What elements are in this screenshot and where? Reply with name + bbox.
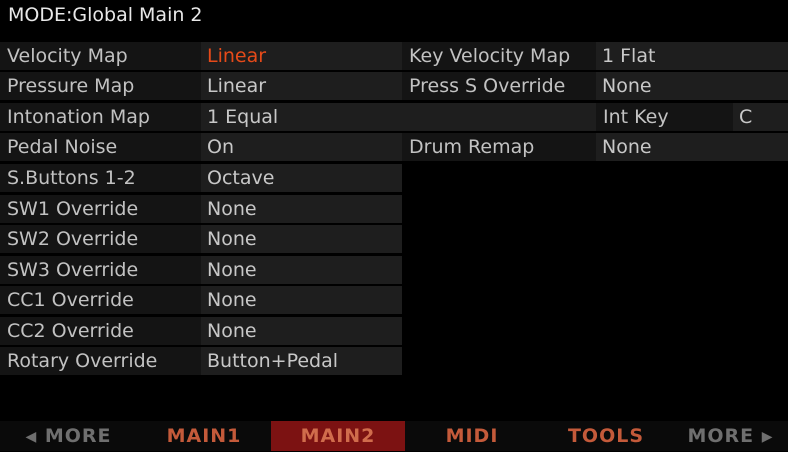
more-right-button[interactable]: MORE ▶ bbox=[673, 421, 788, 451]
intonation-map-label: Intonation Map bbox=[0, 103, 201, 131]
key-velocity-map-value[interactable]: 1 Flat bbox=[596, 42, 788, 70]
soft-button-bar: ◀ MORE MAIN1 MAIN2 MIDI TOOLS MORE ▶ bbox=[0, 421, 788, 451]
tab-midi[interactable]: MIDI bbox=[405, 421, 539, 451]
sw2-override-label: SW2 Override bbox=[0, 225, 201, 253]
velocity-map-label: Velocity Map bbox=[0, 42, 201, 70]
sw3-override-label: SW3 Override bbox=[0, 256, 201, 284]
intonation-map-value[interactable]: 1 Equal bbox=[201, 103, 596, 131]
pedal-noise-value[interactable]: On bbox=[201, 133, 402, 161]
velocity-map-value[interactable]: Linear bbox=[201, 42, 402, 70]
cc1-override-label: CC1 Override bbox=[0, 286, 201, 314]
cc2-override-value[interactable]: None bbox=[201, 317, 402, 345]
rotary-override-label: Rotary Override bbox=[0, 347, 201, 375]
pressure-map-value[interactable]: Linear bbox=[201, 72, 402, 100]
page-title: MODE:Global Main 2 bbox=[0, 0, 788, 31]
key-velocity-map-label: Key Velocity Map bbox=[402, 42, 596, 70]
int-key-value[interactable]: C bbox=[733, 103, 788, 131]
tab-main1[interactable]: MAIN1 bbox=[137, 421, 271, 451]
sw2-override-value[interactable]: None bbox=[201, 225, 402, 253]
sw1-override-label: SW1 Override bbox=[0, 195, 201, 223]
tab-main2[interactable]: MAIN2 bbox=[271, 421, 405, 451]
right-arrow-icon: ▶ bbox=[761, 429, 774, 445]
int-key-label: Int Key bbox=[596, 103, 733, 131]
rotary-override-value[interactable]: Button+Pedal bbox=[201, 347, 402, 375]
more-left-button[interactable]: ◀ MORE bbox=[0, 421, 137, 451]
press-s-override-label: Press S Override bbox=[402, 72, 596, 100]
drum-remap-label: Drum Remap bbox=[402, 133, 596, 161]
cc2-override-label: CC2 Override bbox=[0, 317, 201, 345]
sw3-override-value[interactable]: None bbox=[201, 256, 402, 284]
sbuttons-label: S.Buttons 1-2 bbox=[0, 164, 201, 192]
drum-remap-value[interactable]: None bbox=[596, 133, 788, 161]
more-left-label: MORE bbox=[44, 425, 112, 447]
sbuttons-value[interactable]: Octave bbox=[201, 164, 402, 192]
more-right-label: MORE bbox=[687, 425, 755, 447]
sw1-override-value[interactable]: None bbox=[201, 195, 402, 223]
pressure-map-label: Pressure Map bbox=[0, 72, 201, 100]
left-arrow-icon: ◀ bbox=[25, 429, 38, 445]
cc1-override-value[interactable]: None bbox=[201, 286, 402, 314]
tab-tools[interactable]: TOOLS bbox=[539, 421, 673, 451]
press-s-override-value[interactable]: None bbox=[596, 72, 788, 100]
pedal-noise-label: Pedal Noise bbox=[0, 133, 201, 161]
